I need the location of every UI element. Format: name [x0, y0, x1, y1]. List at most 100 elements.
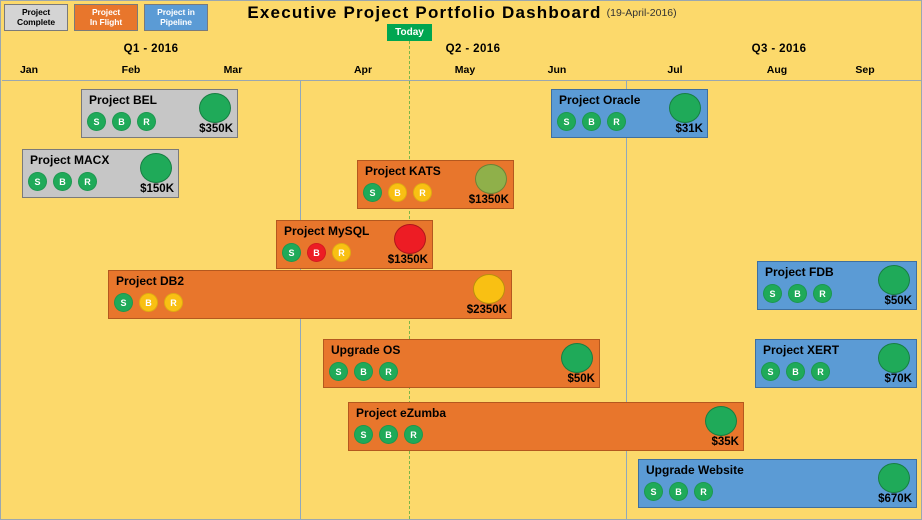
status-indicator-s[interactable]: S: [354, 425, 373, 444]
project-cost: $150K: [140, 183, 174, 195]
status-indicators: SBR: [557, 112, 626, 131]
status-indicator-r[interactable]: R: [379, 362, 398, 381]
project-cost: $35K: [711, 436, 740, 448]
status-indicator-r[interactable]: R: [164, 293, 183, 312]
project-health-ball: [475, 164, 507, 194]
status-indicator-r[interactable]: R: [607, 112, 626, 131]
project-health-ball: [199, 93, 231, 123]
status-indicator-b[interactable]: B: [53, 172, 72, 191]
status-indicator-b[interactable]: B: [112, 112, 131, 131]
status-indicator-s[interactable]: S: [644, 482, 663, 501]
project-name: Project XERT: [763, 343, 840, 357]
project-name: Project DB2: [116, 274, 185, 288]
project-bar[interactable]: Project eZumba S B R $35K: [348, 402, 744, 451]
status-indicator-r[interactable]: R: [78, 172, 97, 191]
project-bar[interactable]: Project KATS S B R $1350K: [357, 160, 514, 209]
quarter-label: Q2 - 2016: [445, 43, 501, 55]
project-name: Project MACX: [30, 153, 110, 167]
project-bar[interactable]: Project MySQL S B R $1350K: [276, 220, 433, 269]
status-indicator-r[interactable]: R: [404, 425, 423, 444]
status-indicators: SBR: [28, 172, 97, 191]
status-indicators: SBR: [354, 425, 423, 444]
status-indicator-s[interactable]: S: [363, 183, 382, 202]
status-indicator-s[interactable]: S: [28, 172, 47, 191]
project-cost: $1350K: [468, 194, 509, 206]
status-indicator-s[interactable]: S: [87, 112, 106, 131]
project-health-ball: [394, 224, 426, 254]
status-indicators: SBR: [114, 293, 183, 312]
status-indicator-s[interactable]: S: [763, 284, 782, 303]
project-name: Project BEL: [89, 93, 158, 107]
status-indicator-b[interactable]: B: [788, 284, 807, 303]
status-indicator-r[interactable]: R: [694, 482, 713, 501]
month-label: Jul: [667, 64, 683, 76]
status-indicator-b[interactable]: B: [307, 243, 326, 262]
month-label: Jun: [547, 64, 567, 76]
dashboard-root: Project Complete Project In Flight Project i…: [0, 0, 922, 520]
status-indicator-b[interactable]: B: [786, 362, 805, 381]
legend-chip-pipeline[interactable]: Project in Pipeline: [144, 4, 208, 31]
project-cost: $350K: [199, 123, 233, 135]
project-bar[interactable]: Project BEL S B R $350K: [81, 89, 238, 138]
status-indicators: SBR: [282, 243, 351, 262]
project-health-ball: [473, 274, 505, 304]
project-name: Project Oracle: [559, 93, 641, 107]
month-label: Aug: [766, 64, 788, 76]
legend: Project Complete Project In Flight Project i…: [4, 4, 208, 31]
project-cost: $2350K: [466, 304, 507, 316]
status-indicators: SBR: [87, 112, 156, 131]
legend-chip-line2: Pipeline: [160, 16, 192, 27]
project-cost: $50K: [567, 373, 596, 385]
project-health-ball: [878, 463, 910, 493]
status-indicator-r[interactable]: R: [137, 112, 156, 131]
status-indicator-b[interactable]: B: [582, 112, 601, 131]
project-name: Upgrade OS: [331, 343, 401, 357]
status-indicator-s[interactable]: S: [329, 362, 348, 381]
project-health-ball: [705, 406, 737, 436]
status-indicator-s[interactable]: S: [282, 243, 301, 262]
project-name: Project MySQL: [284, 224, 370, 238]
project-bar[interactable]: Project FDB S B R $50K: [757, 261, 917, 310]
project-name: Project FDB: [765, 265, 834, 279]
month-label: Mar: [223, 64, 243, 76]
status-indicators: SBR: [761, 362, 830, 381]
status-indicator-b[interactable]: B: [388, 183, 407, 202]
status-indicator-b[interactable]: B: [669, 482, 688, 501]
project-bar[interactable]: Upgrade OS S B R $50K: [323, 339, 600, 388]
status-indicator-b[interactable]: B: [379, 425, 398, 444]
status-indicator-s[interactable]: S: [114, 293, 133, 312]
project-name: Project eZumba: [356, 406, 447, 420]
project-cost: $670K: [878, 493, 912, 505]
status-indicator-r[interactable]: R: [332, 243, 351, 262]
legend-chip-inflight[interactable]: Project In Flight: [74, 4, 138, 31]
status-indicator-s[interactable]: S: [761, 362, 780, 381]
month-label: May: [454, 64, 476, 76]
project-health-ball: [669, 93, 701, 123]
legend-chip-complete[interactable]: Project Complete: [4, 4, 68, 31]
status-indicators: SBR: [363, 183, 432, 202]
status-indicators: SBR: [329, 362, 398, 381]
quarter-gridline: [626, 81, 627, 520]
status-indicator-r[interactable]: R: [813, 284, 832, 303]
project-health-ball: [878, 343, 910, 373]
status-indicator-b[interactable]: B: [139, 293, 158, 312]
status-indicator-s[interactable]: S: [557, 112, 576, 131]
month-label: Feb: [121, 64, 141, 76]
dashboard-date: (19-April-2016): [606, 7, 677, 19]
project-bar[interactable]: Project DB2 S B R $2350K: [108, 270, 512, 319]
status-indicator-r[interactable]: R: [811, 362, 830, 381]
status-indicators: SBR: [763, 284, 832, 303]
project-bar[interactable]: Project Oracle S B R $31K: [551, 89, 708, 138]
project-bar[interactable]: Upgrade Website S B R $670K: [638, 459, 917, 508]
legend-chip-line2: Complete: [17, 16, 55, 27]
project-health-ball: [561, 343, 593, 373]
project-bar[interactable]: Project MACX S B R $150K: [22, 149, 179, 198]
status-indicator-r[interactable]: R: [413, 183, 432, 202]
project-cost: $50K: [884, 295, 913, 307]
legend-chip-line2: In Flight: [89, 16, 123, 27]
project-name: Upgrade Website: [646, 463, 744, 477]
project-cost: $70K: [884, 373, 913, 385]
month-label: Jan: [19, 64, 39, 76]
status-indicator-b[interactable]: B: [354, 362, 373, 381]
project-bar[interactable]: Project XERT S B R $70K: [755, 339, 917, 388]
